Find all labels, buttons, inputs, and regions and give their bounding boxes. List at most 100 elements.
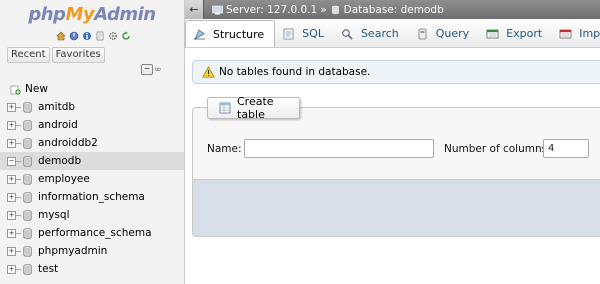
collapse-icon[interactable]: − bbox=[7, 156, 16, 166]
database-icon bbox=[23, 173, 32, 185]
create-table-legend: Create table bbox=[207, 95, 300, 121]
tree-item-mysql[interactable]: + mysql bbox=[0, 206, 184, 224]
tree-connector bbox=[16, 106, 21, 108]
expand-icon[interactable]: + bbox=[7, 138, 16, 148]
tree-connector bbox=[16, 160, 21, 162]
tab-import[interactable]: Import bbox=[552, 20, 600, 47]
tree-item-label: demodb bbox=[38, 155, 82, 167]
navigation-panel: phpMyAdmin Recent Favorites − ∞ New + am… bbox=[0, 0, 185, 284]
expand-icon[interactable]: + bbox=[7, 120, 16, 130]
reload-icon[interactable] bbox=[121, 31, 131, 41]
collapse-nav-arrow-icon[interactable]: ← bbox=[185, 0, 204, 19]
tree-item-label: employee bbox=[38, 173, 90, 185]
tree-item-label: androiddb2 bbox=[38, 137, 98, 149]
link-with-main-icon[interactable]: ∞ bbox=[154, 65, 162, 75]
collapse-all-button[interactable]: − bbox=[141, 64, 153, 75]
tree-item-label: performance_schema bbox=[38, 227, 152, 239]
tab-label: Export bbox=[506, 27, 543, 40]
database-icon bbox=[23, 209, 32, 221]
tree-connector bbox=[16, 124, 21, 126]
tree-item-employee[interactable]: + employee bbox=[0, 170, 184, 188]
tree-item-androiddb2[interactable]: + androiddb2 bbox=[0, 134, 184, 152]
warning-icon bbox=[202, 66, 215, 78]
tree-connector bbox=[16, 178, 21, 180]
tab-structure[interactable]: Structure bbox=[185, 20, 276, 47]
tree-item-label: test bbox=[38, 263, 59, 275]
tree-connector bbox=[16, 142, 21, 144]
tree-connector bbox=[16, 232, 21, 234]
tab-search[interactable]: Search bbox=[334, 20, 409, 47]
docs-icon[interactable] bbox=[82, 31, 92, 41]
database-icon bbox=[23, 245, 32, 257]
database-tree: New + amitdb + android + androiddb2 − de… bbox=[0, 80, 184, 278]
tree-item-android[interactable]: + android bbox=[0, 116, 184, 134]
tab-label: Import bbox=[579, 27, 600, 40]
logout-icon[interactable] bbox=[69, 31, 79, 41]
expand-icon[interactable]: + bbox=[7, 210, 16, 220]
tree-item-label: phpmyadmin bbox=[38, 245, 108, 257]
expand-icon[interactable]: + bbox=[7, 228, 16, 238]
query-icon bbox=[416, 28, 429, 40]
database-icon bbox=[23, 137, 32, 149]
top-menu: Structure SQL Search Query Export Import bbox=[185, 19, 600, 48]
quick-icons bbox=[56, 31, 131, 41]
tab-query[interactable]: Query bbox=[409, 20, 479, 47]
tree-item-information-schema[interactable]: + information_schema bbox=[0, 188, 184, 206]
tab-sql[interactable]: SQL bbox=[275, 20, 334, 47]
database-icon bbox=[23, 119, 32, 131]
notice-message: No tables found in database. bbox=[192, 60, 600, 84]
logo-admin: Admin bbox=[94, 4, 156, 25]
tree-connector bbox=[16, 268, 21, 270]
logo-php: php bbox=[28, 4, 66, 25]
database-icon bbox=[23, 155, 32, 167]
phpmyadmin-logo[interactable]: phpMyAdmin bbox=[0, 4, 184, 25]
breadcrumb-server[interactable]: Server: 127.0.0.1 bbox=[226, 4, 317, 16]
tree-item-demodb[interactable]: − demodb bbox=[0, 152, 184, 170]
tab-favorites[interactable]: Favorites bbox=[51, 47, 105, 63]
database-icon bbox=[23, 191, 32, 203]
new-database-icon bbox=[10, 84, 21, 95]
create-table-title: Create table bbox=[237, 95, 274, 121]
sql-docs-icon[interactable] bbox=[95, 31, 105, 41]
create-table-fieldset bbox=[192, 107, 600, 237]
notice-text: No tables found in database. bbox=[219, 66, 371, 78]
tree-item-phpmyadmin[interactable]: + phpmyadmin bbox=[0, 242, 184, 260]
expand-icon[interactable]: + bbox=[7, 192, 16, 202]
database-icon bbox=[23, 227, 32, 239]
tree-connector bbox=[16, 196, 21, 198]
tree-item-label: mysql bbox=[38, 209, 70, 221]
tree-item-new-label: New bbox=[25, 83, 48, 95]
number-of-columns-label: Number of columns: bbox=[444, 143, 551, 155]
expand-icon[interactable]: + bbox=[7, 246, 16, 256]
tree-item-new[interactable]: New bbox=[0, 80, 184, 98]
tree-item-test[interactable]: + test bbox=[0, 260, 184, 278]
logo-my: My bbox=[65, 4, 95, 25]
expand-icon[interactable]: + bbox=[7, 174, 16, 184]
tab-label: Search bbox=[360, 27, 399, 40]
tree-item-amitdb[interactable]: + amitdb bbox=[0, 98, 184, 116]
settings-icon[interactable] bbox=[108, 31, 118, 41]
database-icon bbox=[23, 101, 32, 113]
name-label: Name: bbox=[207, 143, 242, 155]
server-icon bbox=[212, 5, 223, 15]
breadcrumb-separator: » bbox=[320, 3, 327, 16]
number-of-columns-input[interactable] bbox=[543, 139, 589, 158]
database-icon bbox=[23, 263, 32, 275]
tab-export[interactable]: Export bbox=[479, 20, 552, 47]
structure-icon bbox=[193, 28, 206, 40]
create-table-icon bbox=[219, 102, 231, 114]
tab-recent[interactable]: Recent bbox=[7, 47, 50, 63]
tab-label: Structure bbox=[213, 27, 265, 41]
tree-item-performance-schema[interactable]: + performance_schema bbox=[0, 224, 184, 242]
expand-icon[interactable]: + bbox=[7, 264, 16, 274]
tree-controls: − ∞ bbox=[141, 64, 162, 75]
table-name-input[interactable] bbox=[244, 139, 434, 158]
sql-icon bbox=[282, 28, 295, 40]
export-icon bbox=[486, 28, 499, 40]
database-icon bbox=[330, 5, 341, 15]
search-icon bbox=[341, 28, 354, 40]
breadcrumb-database[interactable]: Database: demodb bbox=[344, 4, 444, 16]
tree-item-label: android bbox=[38, 119, 78, 131]
expand-icon[interactable]: + bbox=[7, 102, 16, 112]
home-icon[interactable] bbox=[56, 31, 66, 41]
